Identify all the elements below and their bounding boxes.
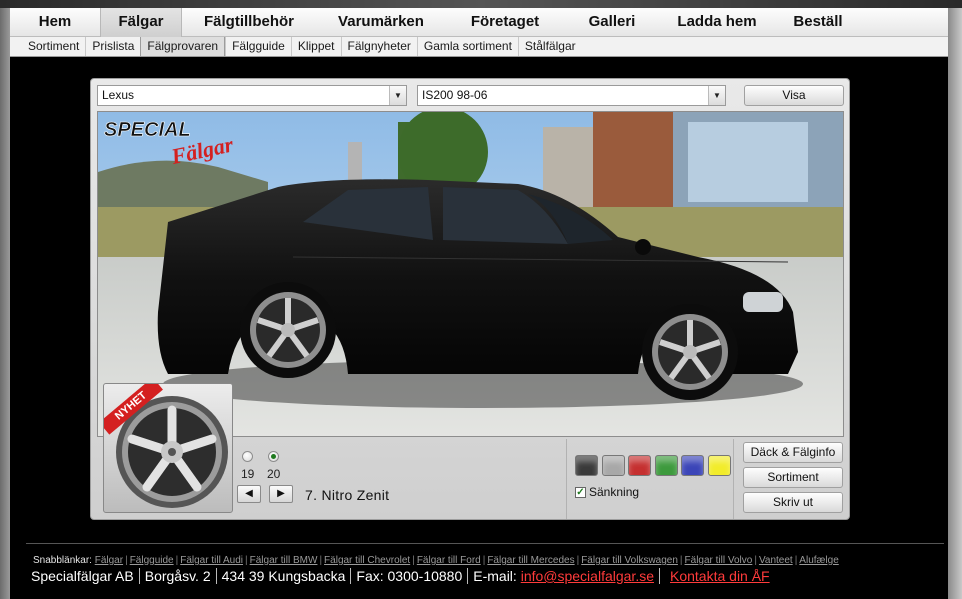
quicklink-separator: | bbox=[245, 555, 248, 566]
lowering-checkbox[interactable]: ✓ bbox=[575, 487, 586, 498]
quicklink-2[interactable]: Fälgar till Audi bbox=[180, 555, 243, 566]
chevron-down-icon: ▼ bbox=[389, 86, 406, 105]
company-info: Specialfälgar AB Borgåsv. 2 434 39 Kungsba… bbox=[31, 568, 775, 584]
company-fax: Fax: 0300-10880 bbox=[350, 568, 468, 584]
car-make-value: Lexus bbox=[102, 88, 135, 102]
nav-item-2[interactable]: Fälgtillbehör bbox=[182, 8, 316, 37]
nav-item-3[interactable]: Varumärken bbox=[316, 8, 446, 37]
left-border bbox=[0, 8, 10, 599]
nav-item-1[interactable]: Fälgar bbox=[100, 8, 182, 37]
special-falgar-logo: SPECIAL Fälgar bbox=[102, 116, 252, 169]
company-name: Specialfälgar AB bbox=[31, 568, 134, 584]
size-19-radio[interactable] bbox=[242, 451, 253, 462]
sub-nav-item-7[interactable]: Stålfälgar bbox=[517, 37, 582, 56]
tire-rim-info-button[interactable]: Däck & Fälginfo bbox=[743, 442, 843, 463]
quicklink-8[interactable]: Fälgar till Volvo bbox=[685, 555, 753, 566]
sub-nav-item-3[interactable]: Fälgguide bbox=[225, 37, 291, 56]
sub-nav-item-1[interactable]: Prislista bbox=[85, 37, 140, 56]
quicklink-9[interactable]: Vanteet bbox=[759, 555, 793, 566]
quicklink-separator: | bbox=[125, 555, 128, 566]
front-wheel bbox=[642, 304, 738, 400]
quicklink-3[interactable]: Fälgar till BMW bbox=[250, 555, 318, 566]
quicklink-separator: | bbox=[679, 555, 683, 566]
right-border bbox=[948, 8, 962, 599]
arrow-left-icon: ◀ bbox=[245, 488, 253, 499]
quicklink-separator: | bbox=[754, 555, 757, 566]
footer-divider bbox=[26, 543, 944, 544]
quicklink-10[interactable]: Alufælge bbox=[799, 555, 838, 566]
previous-wheel-button[interactable]: ◀ bbox=[237, 485, 261, 503]
show-button[interactable]: Visa bbox=[744, 85, 844, 106]
email-link[interactable]: info@specialfalgar.se bbox=[521, 568, 654, 584]
color-swatch-0[interactable] bbox=[575, 455, 598, 476]
car-model-select[interactable]: IS200 98-06 ▼ bbox=[417, 85, 726, 106]
quicklink-separator: | bbox=[412, 555, 415, 566]
sub-nav-item-0[interactable]: Sortiment bbox=[22, 37, 85, 56]
quicklink-7[interactable]: Fälgar till Volkswagen bbox=[581, 555, 678, 566]
svg-text:SPECIAL: SPECIAL bbox=[104, 119, 191, 141]
company-postal: 434 39 Kungsbacka bbox=[215, 568, 351, 584]
color-swatch-5[interactable] bbox=[707, 455, 731, 476]
size-20-label: 20 bbox=[267, 467, 281, 481]
top-banner-strip bbox=[0, 0, 962, 8]
nav-item-5[interactable]: Galleri bbox=[564, 8, 660, 37]
contact-dealer-link[interactable]: Kontakta din ÅF bbox=[670, 568, 770, 584]
company-address: Borgåsv. 2 bbox=[138, 568, 216, 584]
nav-item-7[interactable]: Beställ bbox=[774, 8, 862, 37]
color-swatch-3[interactable] bbox=[654, 455, 678, 476]
page: Hem Fälgar Fälgtillbehör Varumärken Företage… bbox=[0, 0, 962, 599]
rim-viewer-panel: Lexus ▼ IS200 98-06 ▼ Visa SPECIAL Fälga… bbox=[90, 78, 850, 520]
print-button[interactable]: Skriv ut bbox=[743, 492, 843, 513]
main-navigation: Hem Fälgar Fälgtillbehör Varumärken Företage… bbox=[10, 8, 948, 37]
chevron-down-icon: ▼ bbox=[708, 86, 725, 105]
quicklink-0[interactable]: Fälgar bbox=[95, 555, 123, 566]
quicklink-6[interactable]: Fälgar till Mercedes bbox=[487, 555, 574, 566]
car-model-value: IS200 98-06 bbox=[422, 88, 488, 102]
sub-nav-item-4[interactable]: Klippet bbox=[290, 37, 341, 56]
quicklink-5[interactable]: Fälgar till Ford bbox=[417, 555, 481, 566]
quicklink-1[interactable]: Fälgguide bbox=[130, 555, 174, 566]
wheel-name: 7. Nitro Zenit bbox=[305, 487, 390, 503]
color-swatch-4[interactable] bbox=[681, 455, 704, 476]
size-20-radio[interactable] bbox=[268, 451, 279, 462]
assortment-button[interactable]: Sortiment bbox=[743, 467, 843, 488]
nav-item-0[interactable]: Hem bbox=[10, 8, 100, 37]
rear-wheel bbox=[240, 282, 336, 378]
nav-item-6[interactable]: Ladda hem bbox=[660, 8, 774, 37]
arrow-right-icon: ▶ bbox=[277, 488, 285, 499]
wheel-thumbnail[interactable]: NYHET bbox=[103, 383, 233, 513]
email-label: E-mail: bbox=[473, 568, 517, 584]
sub-nav-item-6[interactable]: Gamla sortiment bbox=[416, 37, 518, 56]
quicklinks-bar: Snabblänkar: Fälgar | Fälgguide | Fälgar til… bbox=[33, 555, 839, 566]
quicklinks-label: Snabblänkar: bbox=[33, 555, 92, 566]
size-19-label: 19 bbox=[241, 467, 255, 481]
color-swatch-2[interactable] bbox=[628, 455, 651, 476]
color-swatch-1[interactable] bbox=[601, 455, 625, 476]
sub-navigation: Sortiment Prislista Fälgprovaren Fälgguide K… bbox=[10, 37, 948, 57]
nav-item-4[interactable]: Företaget bbox=[446, 8, 564, 37]
car-make-select[interactable]: Lexus ▼ bbox=[97, 85, 407, 106]
next-wheel-button[interactable]: ▶ bbox=[269, 485, 293, 503]
lowering-label: Sänkning bbox=[589, 485, 640, 499]
sub-nav-item-5[interactable]: Fälgnyheter bbox=[340, 37, 417, 56]
color-selector: ✓ Sänkning bbox=[566, 439, 734, 519]
sub-nav-item-2[interactable]: Fälgprovaren bbox=[140, 37, 226, 56]
quicklink-4[interactable]: Fälgar till Chevrolet bbox=[324, 555, 410, 566]
